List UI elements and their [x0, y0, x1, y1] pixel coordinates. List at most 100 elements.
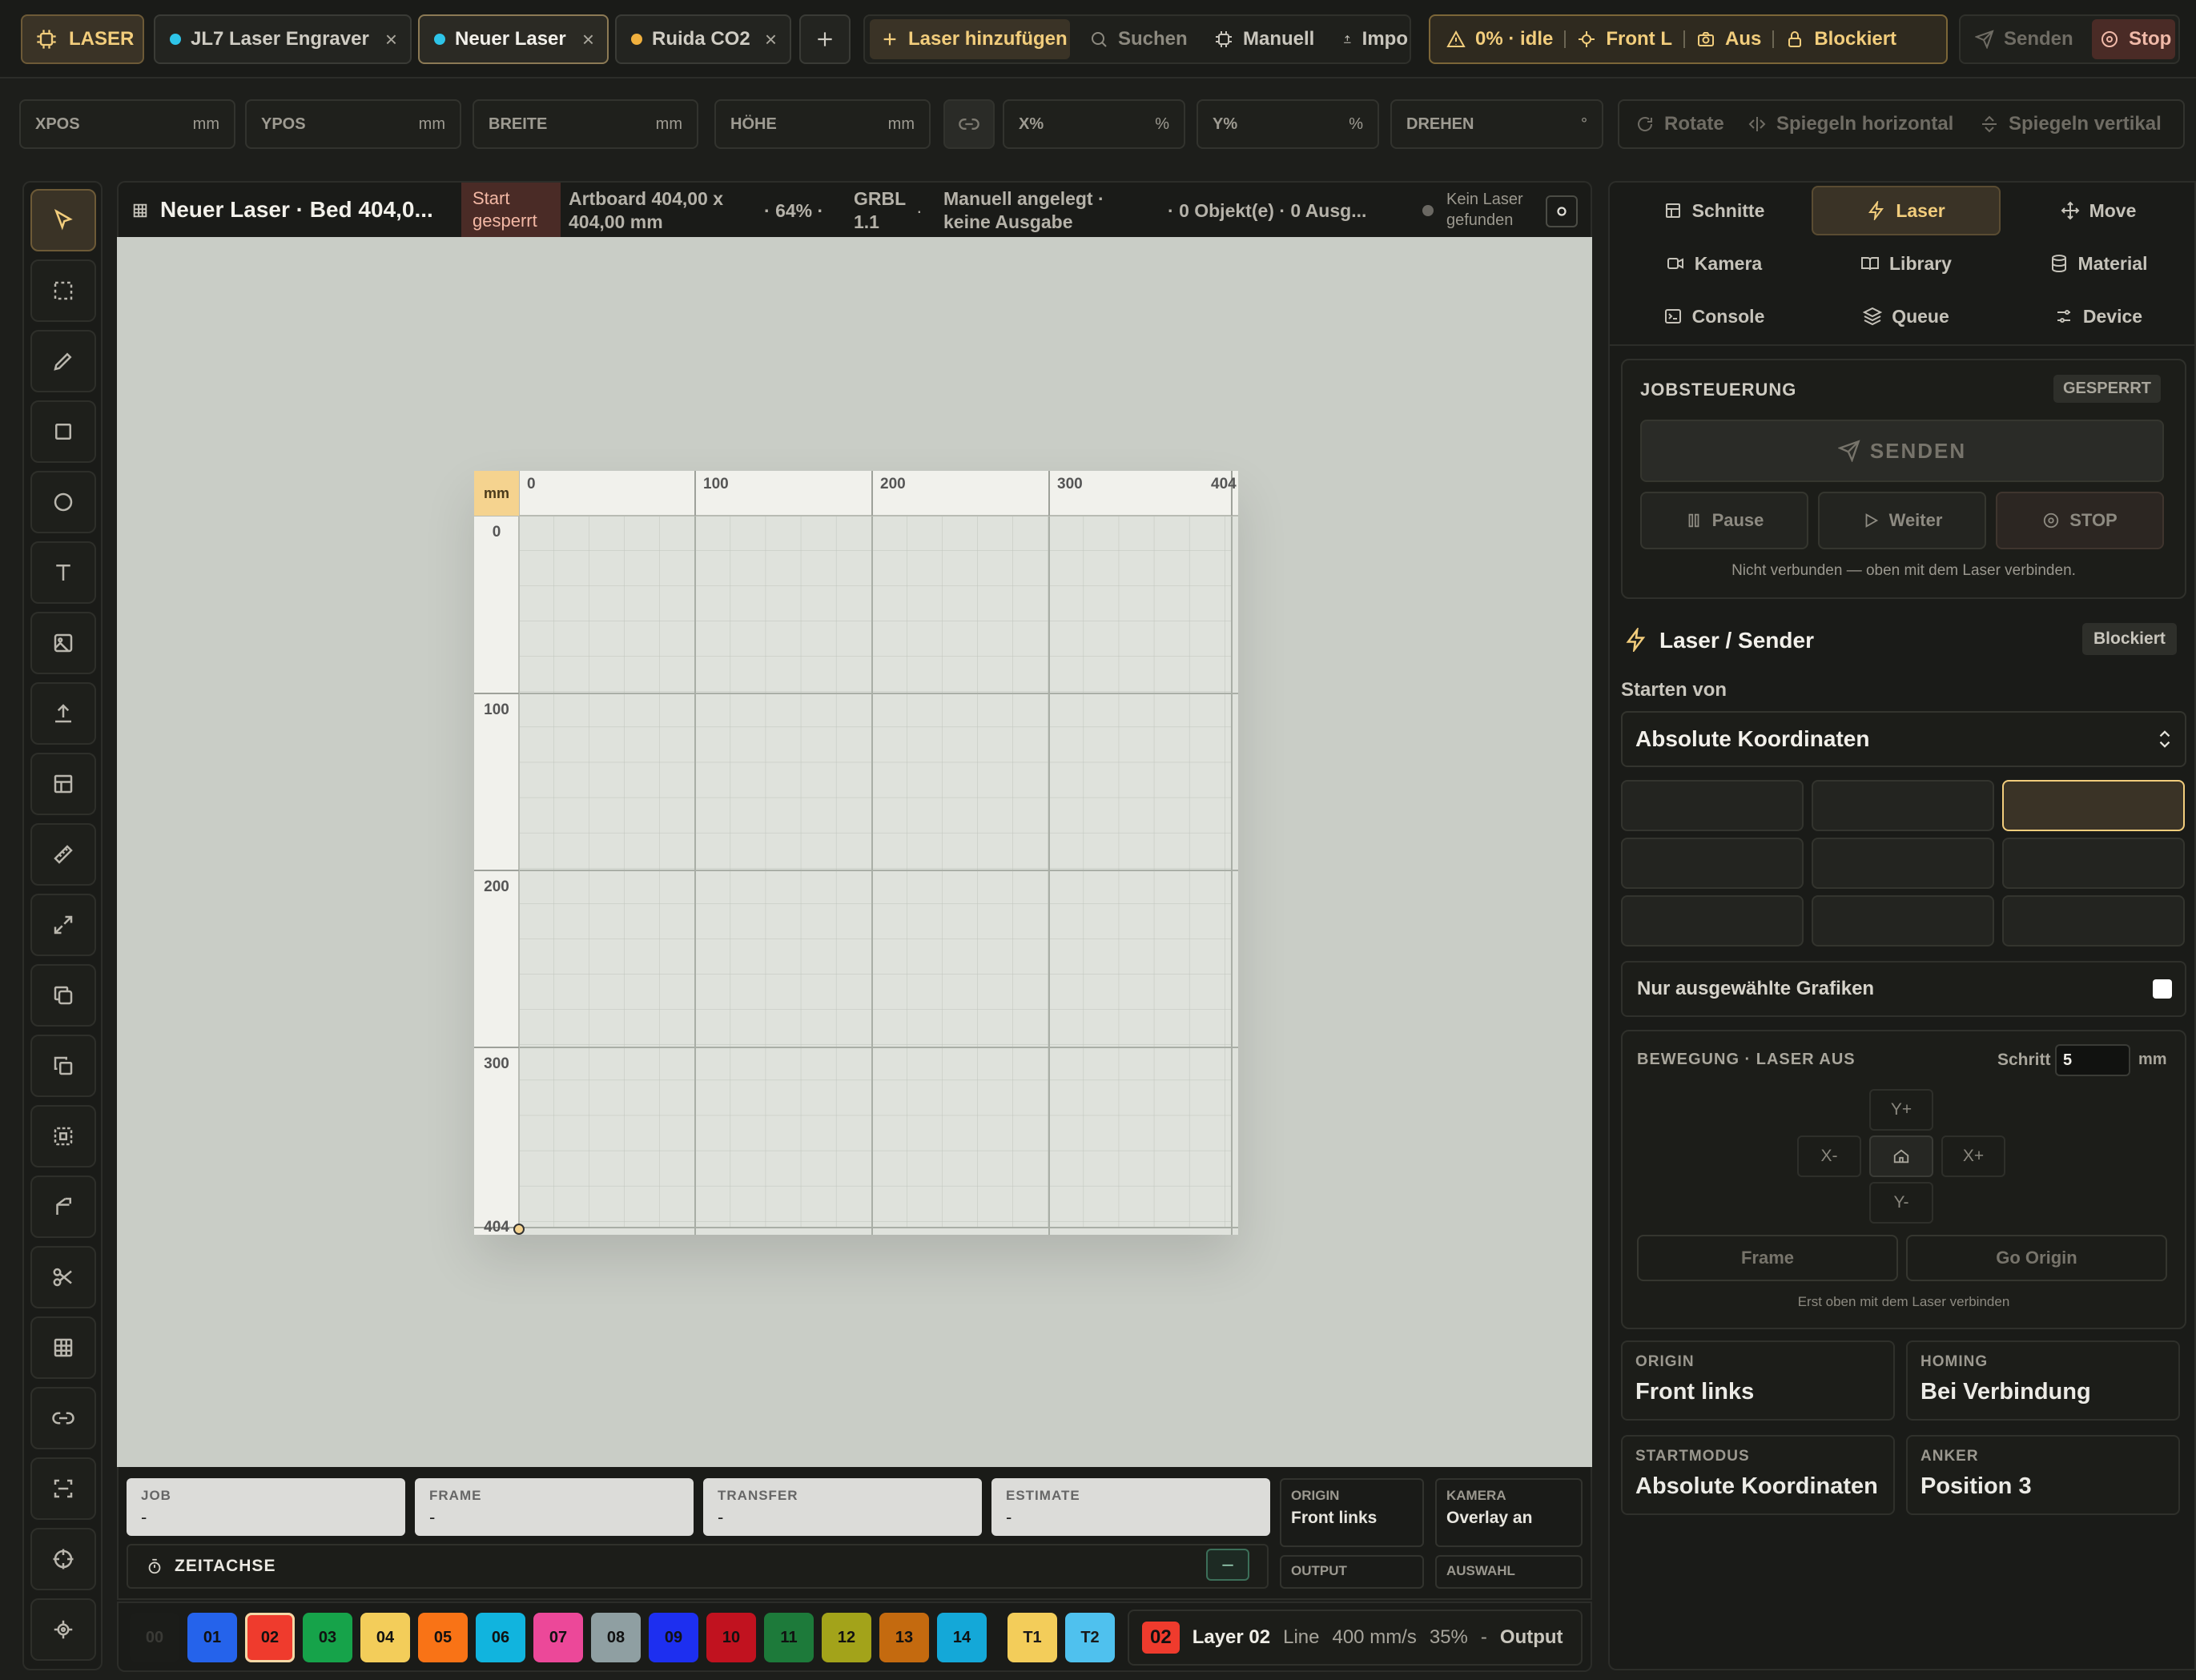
layer-swatch-11[interactable]: 11 [764, 1613, 814, 1662]
link-tool[interactable] [30, 1387, 96, 1449]
brand-button[interactable]: LASER [21, 14, 144, 64]
manual-button[interactable]: Manuell [1214, 14, 1314, 64]
layer-swatch-06[interactable]: 06 [476, 1613, 525, 1662]
new-tab-button[interactable] [799, 14, 851, 64]
jog-x-minus-button[interactable]: X- [1797, 1135, 1861, 1177]
cut-tool[interactable] [30, 1246, 96, 1308]
import-tool[interactable] [30, 682, 96, 745]
selected-only-toggle[interactable]: Nur ausgewählte Grafiken [1621, 961, 2186, 1017]
xpct-field[interactable]: X%% [1003, 99, 1185, 149]
ypct-field[interactable]: Y%% [1197, 99, 1379, 149]
anchor-position-8[interactable] [1812, 895, 1994, 947]
ellipse-tool[interactable] [30, 471, 96, 533]
resume-button[interactable]: Weiter [1818, 492, 1986, 549]
link-ratio-button[interactable] [943, 99, 995, 149]
layer-swatch-09[interactable]: 09 [649, 1613, 698, 1662]
layer-swatch-03[interactable]: 03 [303, 1613, 352, 1662]
array-tool[interactable] [30, 1035, 96, 1097]
pause-button[interactable]: Pause [1640, 492, 1808, 549]
target-tool[interactable] [30, 1528, 96, 1590]
text-tool[interactable] [30, 541, 96, 604]
tab-jl7[interactable]: JL7 Laser Engraver × [154, 14, 412, 64]
checkbox[interactable] [2153, 979, 2172, 999]
stop-button[interactable]: Stop [2092, 19, 2175, 59]
start-from-select[interactable]: Absolute Koordinaten [1621, 711, 2186, 767]
timeline-collapse-button[interactable]: – [1206, 1549, 1249, 1581]
measure-tool[interactable] [30, 823, 96, 886]
jog-y-minus-button[interactable]: Y- [1869, 1182, 1933, 1224]
anchor-position-3[interactable] [2002, 780, 2185, 831]
active-layer-info[interactable]: 02 Layer 02 Line 400 mm/s 35% - Output [1128, 1610, 1583, 1666]
tab-library[interactable]: Library [1812, 239, 2001, 288]
layer-swatch-07[interactable]: 07 [533, 1613, 583, 1662]
job-stop-button[interactable]: STOP [1996, 492, 2164, 549]
flip-vertical-button[interactable]: Spiegeln vertikal [1980, 99, 2162, 149]
marquee-tool[interactable] [30, 259, 96, 322]
jog-y-plus-button[interactable]: Y+ [1869, 1089, 1933, 1131]
tab-move[interactable]: Move [2004, 186, 2193, 235]
rotate-button[interactable]: Rotate [1635, 99, 1724, 149]
tab-queue[interactable]: Queue [1812, 291, 2001, 341]
anchor-position-6[interactable] [2002, 838, 2185, 889]
layer-swatch-12[interactable]: 12 [822, 1613, 871, 1662]
close-icon[interactable]: × [582, 27, 594, 52]
tab-neuer-laser[interactable]: Neuer Laser × [418, 14, 609, 64]
layer-swatch-00[interactable]: 00 [130, 1613, 179, 1662]
layer-swatch-14[interactable]: 14 [937, 1613, 987, 1662]
xpos-field[interactable]: XPOS mm [19, 99, 235, 149]
tab-laser[interactable]: Laser [1812, 186, 2001, 235]
path-tool[interactable] [30, 1176, 96, 1238]
table-tool[interactable] [30, 753, 96, 815]
layer-swatch-01[interactable]: 01 [187, 1613, 237, 1662]
tab-kamera[interactable]: Kamera [1619, 239, 1808, 288]
step-input[interactable]: 5 [2055, 1044, 2130, 1076]
frame-button[interactable]: Frame [1637, 1235, 1898, 1281]
select-tool[interactable] [30, 189, 96, 251]
refresh-button[interactable] [1546, 195, 1578, 227]
group-tool[interactable] [30, 1105, 96, 1168]
width-field[interactable]: BREITE mm [473, 99, 698, 149]
pen-tool[interactable] [30, 330, 96, 392]
duplicate-tool[interactable] [30, 964, 96, 1027]
anchor-position-7[interactable] [1621, 895, 1804, 947]
tab-device[interactable]: Device [2004, 291, 2193, 341]
rotate-field[interactable]: DREHEN ° [1390, 99, 1603, 149]
search-button[interactable]: Suchen [1089, 14, 1188, 64]
jog-home-button[interactable] [1869, 1135, 1933, 1177]
height-field[interactable]: HÖHE mm [714, 99, 931, 149]
layer-swatch-13[interactable]: 13 [879, 1613, 929, 1662]
close-icon[interactable]: × [385, 27, 397, 52]
anchor-position-5[interactable] [1812, 838, 1994, 889]
layer-swatch-02[interactable]: 02 [245, 1613, 295, 1662]
layer-swatch-04[interactable]: 04 [360, 1613, 410, 1662]
layer-swatch-05[interactable]: 05 [418, 1613, 468, 1662]
tab-material[interactable]: Material [2004, 239, 2193, 288]
position-tool[interactable] [30, 1598, 96, 1661]
tool-layer-t1[interactable]: T1 [1008, 1613, 1057, 1662]
import-button[interactable]: Impo [1342, 14, 1408, 64]
ypos-field[interactable]: YPOS mm [245, 99, 461, 149]
grid-tool[interactable] [30, 1316, 96, 1379]
tab-schnitte[interactable]: Schnitte [1619, 186, 1808, 235]
job-send-button[interactable]: SENDEN [1640, 420, 2164, 482]
layer-swatch-08[interactable]: 08 [591, 1613, 641, 1662]
jog-x-plus-button[interactable]: X+ [1941, 1135, 2005, 1177]
add-laser-button[interactable]: Laser hinzufügen [870, 19, 1070, 59]
close-icon[interactable]: × [765, 27, 777, 52]
scale-tool[interactable] [30, 894, 96, 956]
trace-tool[interactable] [30, 1457, 96, 1520]
tab-ruida[interactable]: Ruida CO2 × [615, 14, 791, 64]
flip-horizontal-button[interactable]: Spiegeln horizontal [1748, 99, 1953, 149]
tab-console[interactable]: Console [1619, 291, 1808, 341]
anchor-position-2[interactable] [1812, 780, 1994, 831]
rectangle-tool[interactable] [30, 400, 96, 463]
image-tool[interactable] [30, 612, 96, 674]
anchor-position-9[interactable] [2002, 895, 2185, 947]
go-origin-button[interactable]: Go Origin [1906, 1235, 2167, 1281]
anchor-position-1[interactable] [1621, 780, 1804, 831]
anchor-position-4[interactable] [1621, 838, 1804, 889]
tool-layer-t2[interactable]: T2 [1065, 1613, 1115, 1662]
layer-swatch-10[interactable]: 10 [706, 1613, 756, 1662]
artboard[interactable]: mm 0 100 200 300 404 0 100 200 300 404 [474, 471, 1238, 1235]
send-button[interactable]: Senden [1975, 14, 2073, 64]
